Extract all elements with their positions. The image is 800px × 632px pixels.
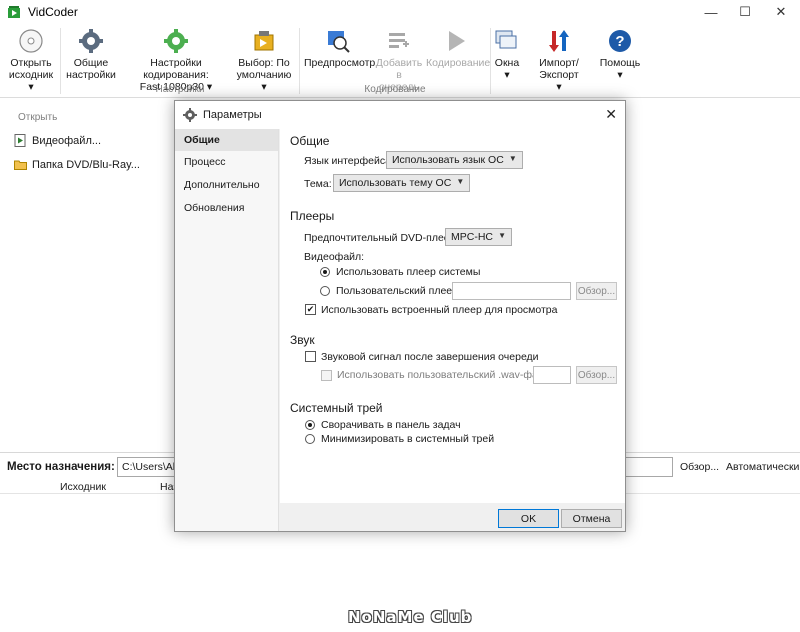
- queue-col-source[interactable]: Исходник: [60, 481, 106, 493]
- encode-button[interactable]: Кодирование: [426, 28, 490, 69]
- ribbon-toolbar: Открыть исходник ▾ Общие настройки Настрой…: [0, 24, 800, 98]
- to-tray-radio[interactable]: [305, 434, 315, 444]
- app-title: VidCoder: [28, 5, 78, 19]
- encoding-gear-icon: [164, 29, 188, 53]
- beep-checkbox[interactable]: [305, 351, 316, 362]
- video-file-icon: [14, 134, 26, 147]
- custom-wav-path-input[interactable]: [533, 366, 571, 384]
- system-player-radio[interactable]: [320, 267, 330, 277]
- preview-button[interactable]: Предпросмотр: [304, 28, 375, 69]
- windows-icon: [495, 30, 517, 49]
- import-export-button[interactable]: Импорт/Экспорт ▾: [520, 28, 598, 93]
- play-icon: [449, 31, 465, 51]
- custom-player-browse-button[interactable]: Обзор...: [576, 282, 617, 300]
- dialog-footer: OK Отмена: [280, 503, 625, 531]
- import-export-arrows-icon: [549, 30, 569, 52]
- minimize-button[interactable]: —: [694, 0, 728, 24]
- nav-general[interactable]: Общие: [175, 129, 278, 151]
- disc-icon: [19, 29, 43, 53]
- section-players-title: Плееры: [290, 209, 335, 223]
- language-select[interactable]: Использовать язык ОС ▼: [386, 151, 523, 169]
- close-window-button[interactable]: ✕: [764, 0, 798, 24]
- preset-box-icon: [254, 31, 274, 51]
- settings-content: Общие Язык интерфейса: Использовать язык…: [280, 129, 625, 503]
- ok-button[interactable]: OK: [498, 509, 559, 528]
- videofile-label: Видеофайл:: [304, 251, 365, 263]
- destination-label: Место назначения:: [7, 461, 115, 473]
- maximize-button[interactable]: ☐: [728, 0, 762, 24]
- chevron-down-icon: ▼: [456, 177, 465, 186]
- settings-dialog: Параметры ✕ Общие Процесс Дополнительно …: [174, 100, 626, 532]
- queue-add-icon: [389, 33, 409, 48]
- folder-icon: [14, 160, 27, 170]
- help-button[interactable]: ? Помощь ▾: [598, 28, 642, 81]
- custom-player-label[interactable]: Пользовательский плеер:: [336, 285, 461, 297]
- open-source-button[interactable]: Открыть исходник ▾: [6, 28, 56, 93]
- settings-nav: Общие Процесс Дополнительно Обновления: [175, 129, 279, 531]
- to-taskbar-label[interactable]: Сворачивать в панель задач: [321, 419, 461, 431]
- open-dvd-folder-link[interactable]: Папка DVD/Blu-Ray...: [14, 158, 140, 171]
- custom-player-path-input[interactable]: [452, 282, 571, 300]
- gear-icon: [79, 29, 103, 53]
- dialog-title: Параметры: [203, 109, 262, 121]
- open-source-panel: Открыть Видеофайл... Папка DVD/Blu-Ray..…: [0, 98, 175, 450]
- open-section-header: Открыть: [18, 112, 58, 123]
- nav-process[interactable]: Процесс: [175, 151, 278, 173]
- beep-label[interactable]: Звуковой сигнал после завершения очереди: [321, 351, 539, 363]
- open-video-file-link[interactable]: Видеофайл...: [14, 134, 101, 147]
- theme-label: Тема:: [304, 178, 332, 190]
- custom-player-radio[interactable]: [320, 286, 330, 296]
- help-question-icon: ?: [609, 30, 631, 52]
- custom-wav-checkbox[interactable]: [321, 370, 332, 381]
- cancel-button[interactable]: Отмена: [561, 509, 622, 528]
- builtin-player-checkbox[interactable]: ✔: [305, 304, 316, 315]
- section-sound-title: Звук: [290, 333, 315, 347]
- watermark-text: NoNaMe Club: [348, 608, 473, 626]
- section-tray-title: Системный трей: [290, 401, 383, 415]
- chevron-down-icon: ▼: [498, 231, 506, 240]
- check-mark-icon: ✔: [306, 304, 315, 314]
- section-general-title: Общие: [290, 134, 330, 148]
- vidcoder-logo-icon: [8, 6, 20, 18]
- theme-select[interactable]: Использовать тему ОС ▼: [333, 174, 471, 192]
- ribbon-group-settings-label: Настройки: [155, 84, 205, 95]
- svg-text:?: ?: [615, 33, 624, 50]
- to-tray-label[interactable]: Минимизировать в системный трей: [321, 433, 494, 445]
- nav-advanced[interactable]: Дополнительно: [175, 174, 278, 196]
- chevron-down-icon: ▼: [508, 154, 517, 163]
- title-bar: VidCoder — ☐ ✕: [0, 0, 800, 24]
- nav-updates[interactable]: Обновления: [175, 197, 278, 219]
- settings-gear-icon: [183, 108, 197, 122]
- system-player-label[interactable]: Использовать плеер системы: [336, 266, 480, 278]
- builtin-player-label[interactable]: Использовать встроенный плеер для просмо…: [321, 304, 558, 316]
- destination-auto-button[interactable]: Автоматически: [726, 461, 799, 473]
- language-label: Язык интерфейса:: [304, 155, 394, 167]
- custom-wav-browse-button[interactable]: Обзор...: [576, 366, 617, 384]
- dvd-player-label: Предпочтительный DVD-плеер:: [304, 232, 459, 244]
- to-taskbar-radio[interactable]: [305, 420, 315, 430]
- dialog-close-button[interactable]: ✕: [605, 106, 617, 123]
- general-settings-button[interactable]: Общие настройки: [66, 28, 116, 81]
- preview-magnifier-icon: [328, 31, 350, 53]
- windows-menu-button[interactable]: Окна ▾: [492, 28, 522, 81]
- ribbon-group-encoding-label: Кодирование: [364, 84, 426, 95]
- destination-browse-button[interactable]: Обзор...: [680, 461, 719, 473]
- custom-wav-label: Использовать пользовательский .wav-файл:: [337, 369, 553, 381]
- dialog-title-bar: Параметры ✕: [175, 101, 625, 129]
- dvd-player-select[interactable]: MPC-HC ▼: [445, 228, 512, 246]
